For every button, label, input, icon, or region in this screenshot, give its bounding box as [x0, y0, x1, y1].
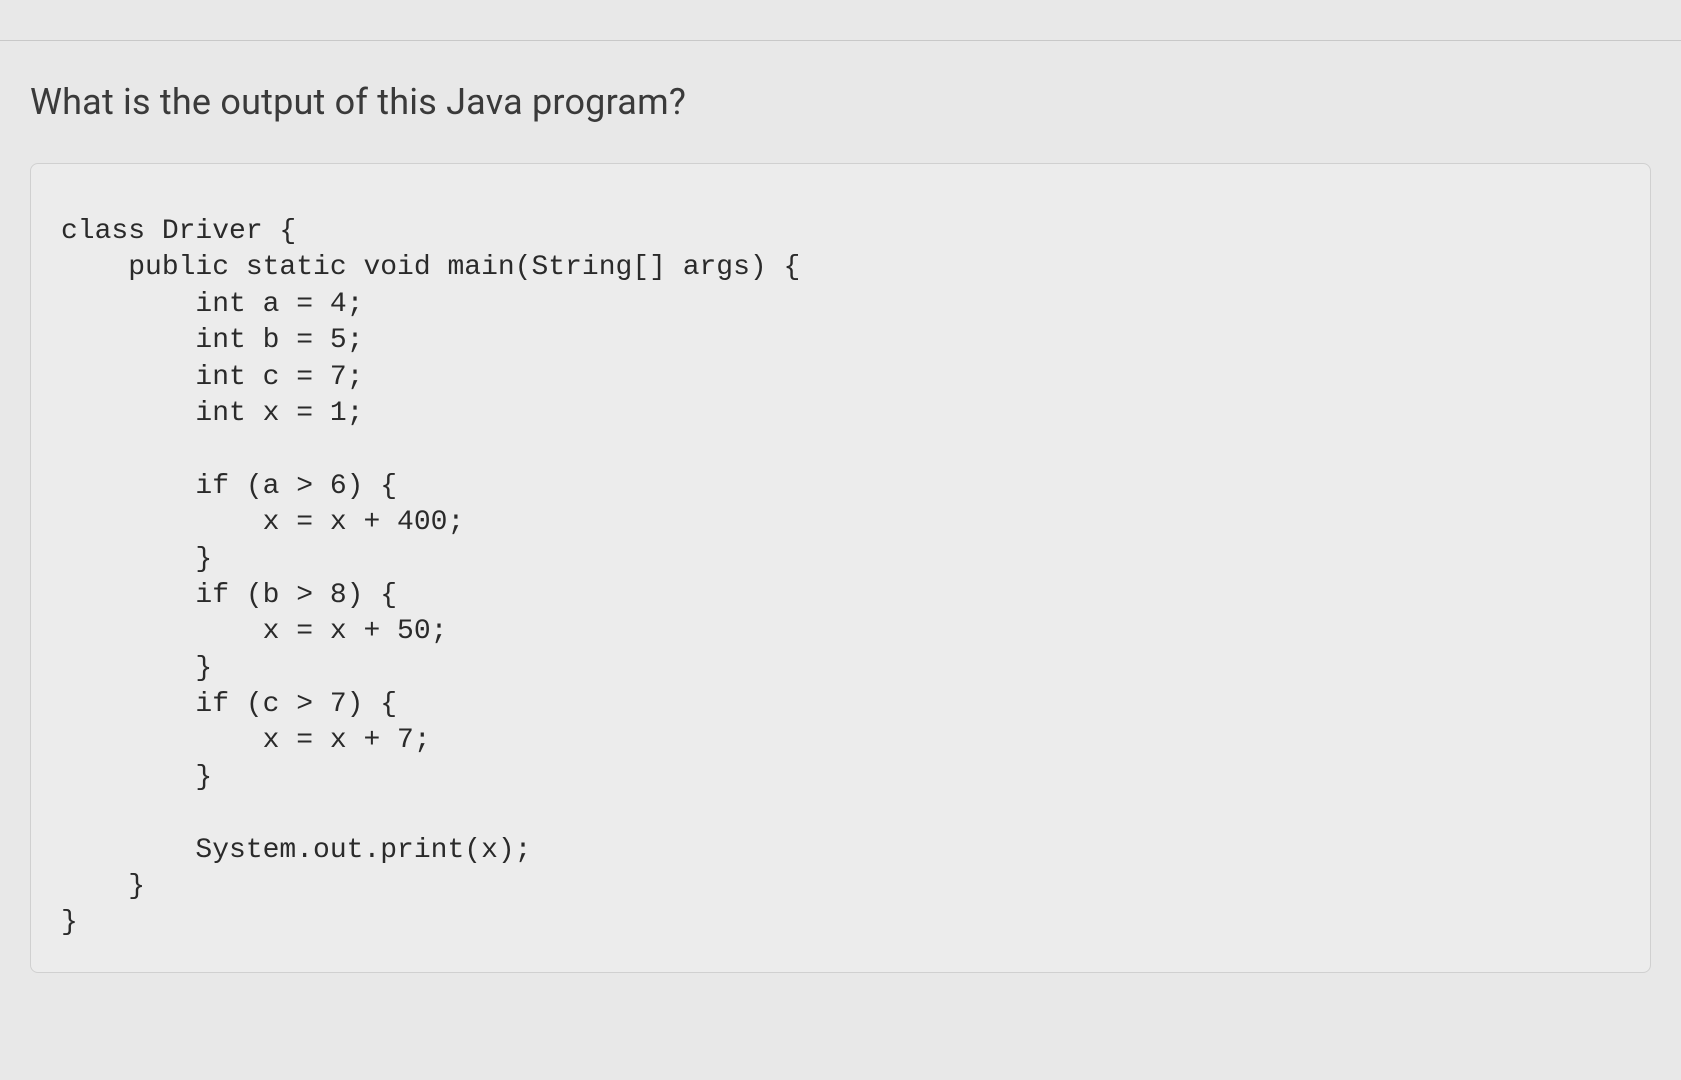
question-text: What is the output of this Java program?: [30, 81, 1651, 123]
top-divider: [0, 40, 1681, 41]
question-container: What is the output of this Java program?…: [0, 81, 1681, 973]
code-block: class Driver { public static void main(S…: [30, 163, 1651, 973]
